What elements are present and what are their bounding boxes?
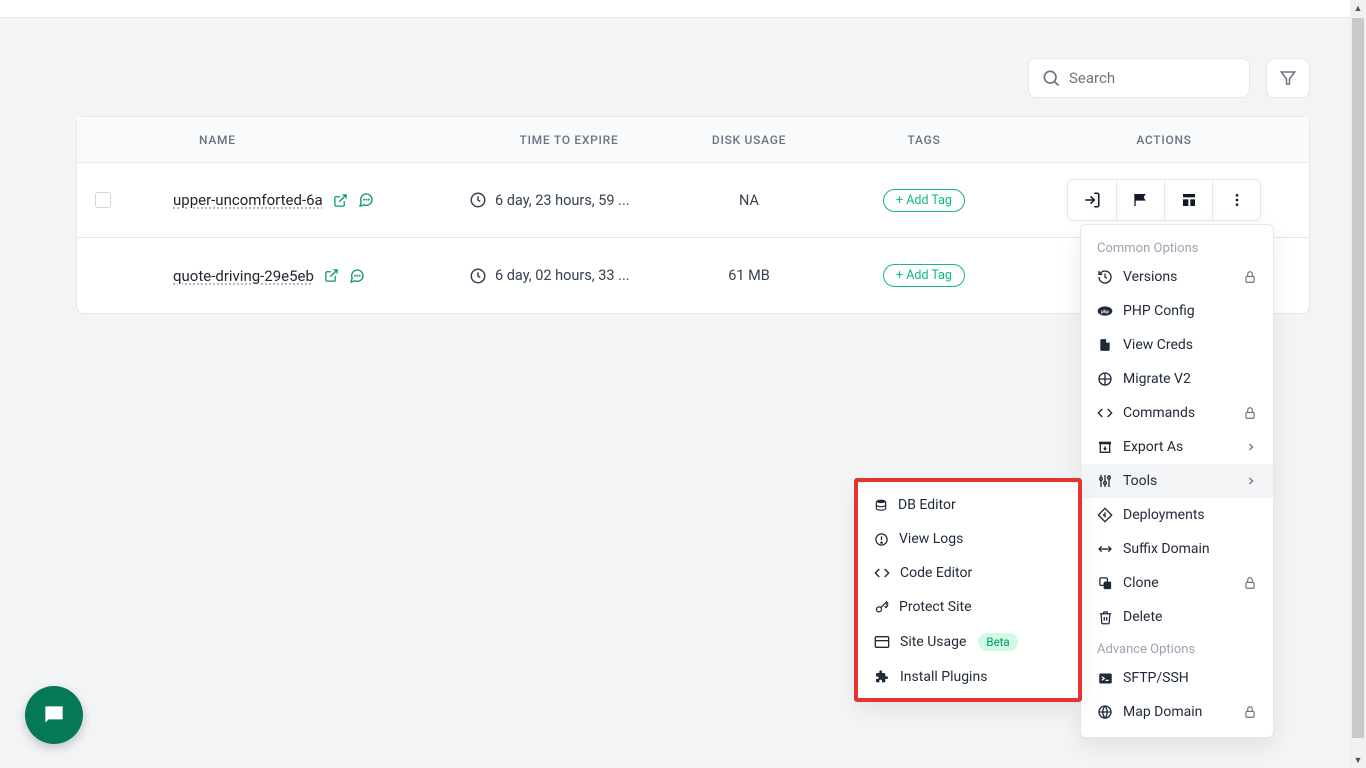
chat-bubble-icon (41, 702, 67, 728)
col-disk: DISK USAGE (669, 133, 829, 147)
menu-section-common: Common Options (1081, 233, 1273, 260)
comment-icon[interactable] (349, 268, 365, 284)
menu-suffix-domain[interactable]: Suffix Domain (1081, 532, 1273, 566)
layout-action[interactable] (1164, 180, 1212, 220)
trash-icon (1097, 609, 1113, 625)
filter-icon (1279, 69, 1297, 87)
flag-action[interactable] (1116, 180, 1164, 220)
add-tag-button[interactable]: + Add Tag (883, 189, 965, 212)
beta-badge: Beta (978, 633, 1017, 651)
scrollbar-thumb[interactable] (1352, 18, 1364, 738)
menu-delete[interactable]: Delete (1081, 600, 1273, 634)
menu-versions[interactable]: Versions (1081, 260, 1273, 294)
menu-clone[interactable]: Clone (1081, 566, 1273, 600)
swap-icon (1097, 541, 1113, 557)
card-icon (874, 635, 890, 649)
svg-text:php: php (1101, 309, 1109, 315)
add-tag-button[interactable]: + Add Tag (883, 264, 965, 287)
puzzle-icon (874, 669, 890, 685)
disk-usage: 61 MB (669, 267, 829, 284)
col-name: NAME (129, 133, 469, 147)
external-link-icon[interactable] (333, 193, 348, 208)
scrollbar[interactable]: ▲ ▼ (1350, 0, 1366, 768)
alert-icon (874, 532, 889, 547)
col-actions: ACTIONS (1019, 133, 1309, 147)
action-group (1067, 179, 1261, 221)
sliders-icon (1097, 473, 1113, 489)
terminal-icon (1097, 670, 1113, 686)
database-icon (874, 498, 888, 513)
layout-icon (1181, 192, 1197, 208)
document-icon (1097, 337, 1113, 353)
menu-view-creds[interactable]: View Creds (1081, 328, 1273, 362)
scroll-down-icon[interactable]: ▼ (1350, 752, 1366, 768)
scroll-up-icon[interactable]: ▲ (1350, 0, 1366, 16)
copy-icon (1097, 575, 1113, 591)
top-bar (0, 0, 1366, 18)
chevron-right-icon (1245, 475, 1257, 487)
menu-commands[interactable]: Commands (1081, 396, 1273, 430)
lock-icon (1243, 705, 1257, 719)
menu-sftp-ssh[interactable]: SFTP/SSH (1081, 661, 1273, 695)
clock-icon (469, 191, 487, 209)
submenu-install-plugins[interactable]: Install Plugins (858, 660, 1079, 694)
clock-icon (469, 267, 487, 285)
site-name-link[interactable]: upper-uncomforted-6a (173, 191, 323, 209)
tools-submenu: DB Editor View Logs Code Editor Protect … (857, 481, 1080, 701)
menu-migrate[interactable]: Migrate V2 (1081, 362, 1273, 396)
comment-icon[interactable] (358, 192, 374, 208)
php-icon: php (1097, 303, 1113, 319)
migrate-icon (1097, 371, 1113, 387)
search-box[interactable] (1028, 58, 1250, 98)
toolbar (76, 58, 1310, 98)
search-input[interactable] (1069, 69, 1268, 87)
login-action[interactable] (1068, 180, 1116, 220)
search-icon (1041, 68, 1061, 88)
submenu-view-logs[interactable]: View Logs (858, 522, 1079, 556)
archive-icon (1097, 439, 1113, 455)
login-icon (1083, 191, 1101, 209)
more-vertical-icon (1229, 192, 1245, 208)
site-name-link[interactable]: quote-driving-29e5eb (173, 267, 314, 285)
key-icon (874, 600, 889, 615)
menu-tools[interactable]: Tools (1081, 464, 1273, 498)
submenu-protect-site[interactable]: Protect Site (858, 590, 1079, 624)
col-time: TIME TO EXPIRE (469, 133, 669, 147)
external-link-icon[interactable] (324, 268, 339, 283)
row-checkbox[interactable] (95, 192, 111, 208)
menu-export-as[interactable]: Export As (1081, 430, 1273, 464)
disk-usage: NA (669, 192, 829, 209)
menu-php-config[interactable]: php PHP Config (1081, 294, 1273, 328)
submenu-db-editor[interactable]: DB Editor (858, 488, 1079, 522)
time-to-expire: 6 day, 23 hours, 59 ... (495, 192, 630, 209)
col-tags: TAGS (829, 133, 1019, 147)
submenu-code-editor[interactable]: Code Editor (858, 556, 1079, 590)
time-to-expire: 6 day, 02 hours, 33 ... (495, 267, 630, 284)
code-icon (874, 565, 890, 581)
chevron-right-icon (1245, 441, 1257, 453)
menu-section-advance: Advance Options (1081, 634, 1273, 661)
menu-deployments[interactable]: Deployments (1081, 498, 1273, 532)
flag-icon (1133, 192, 1149, 208)
table-header: NAME TIME TO EXPIRE DISK USAGE TAGS ACTI… (77, 117, 1309, 163)
actions-menu: Common Options Versions php PHP Config V… (1080, 224, 1274, 738)
submenu-site-usage[interactable]: Site Usage Beta (858, 624, 1079, 660)
chat-fab[interactable] (25, 686, 83, 744)
lock-icon (1243, 406, 1257, 420)
lock-icon (1243, 270, 1257, 284)
lock-icon (1243, 576, 1257, 590)
deploy-icon (1097, 507, 1113, 523)
filter-button[interactable] (1266, 58, 1310, 98)
code-icon (1097, 405, 1113, 421)
history-icon (1097, 269, 1113, 285)
more-action[interactable] (1212, 180, 1260, 220)
menu-map-domain[interactable]: Map Domain (1081, 695, 1273, 729)
globe-icon (1097, 704, 1113, 720)
